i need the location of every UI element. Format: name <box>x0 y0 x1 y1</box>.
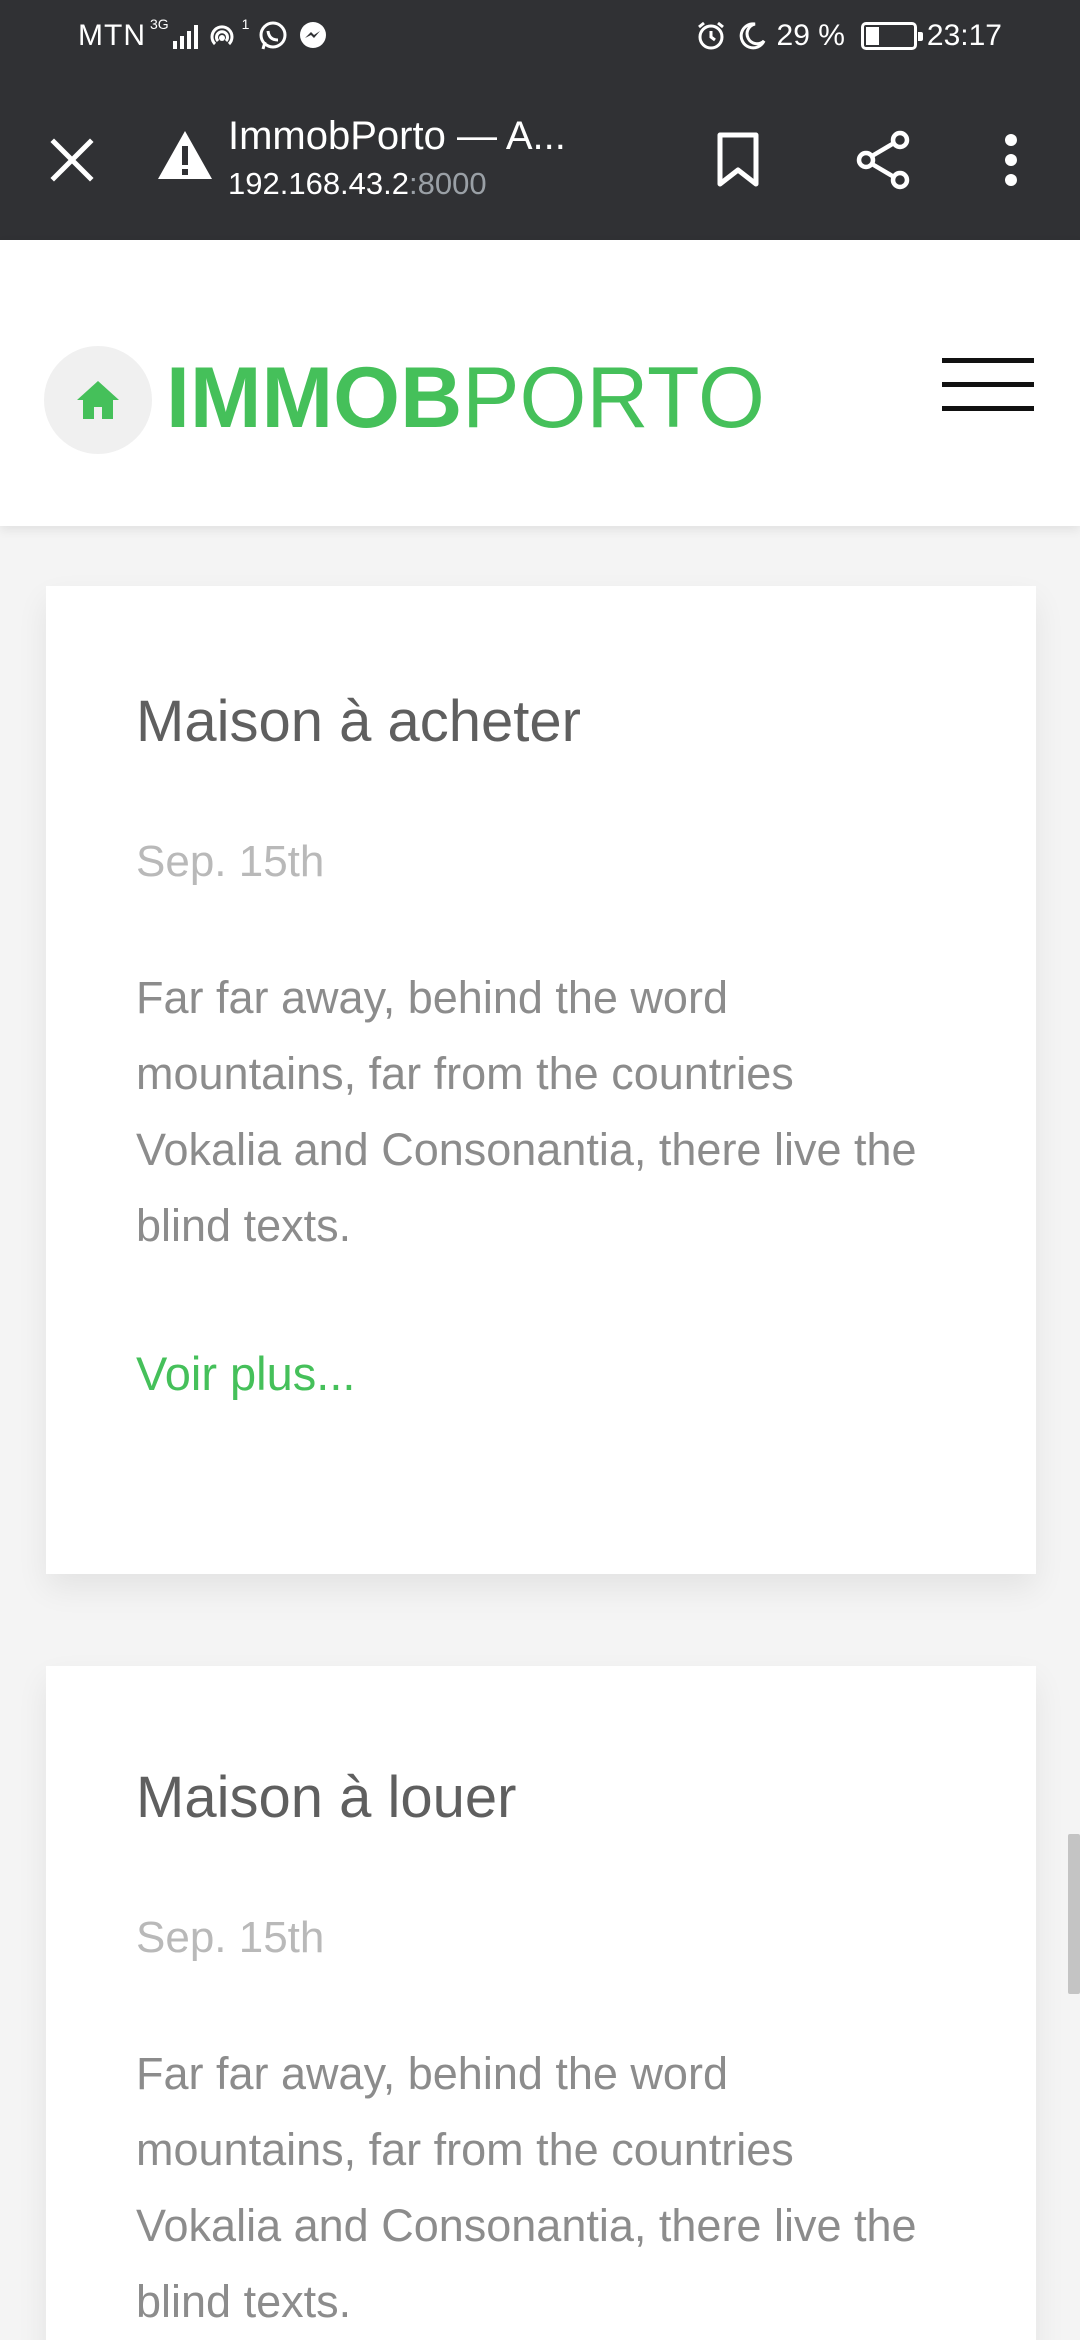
bookmark-button[interactable] <box>700 122 776 198</box>
browser-toolbar: ImmobPorto — A... 192.168.43.2:8000 <box>0 72 1080 240</box>
messenger-icon <box>297 20 329 52</box>
moon-icon <box>737 21 767 51</box>
signal-icon <box>172 23 198 49</box>
site-logo[interactable]: IMMOBPORTO <box>166 344 765 452</box>
post-title: Maison à louer <box>136 1765 517 1830</box>
close-tab-button[interactable] <box>38 126 106 194</box>
battery-percent: 29 % <box>776 19 845 52</box>
hamburger-menu-button[interactable] <box>942 358 1036 412</box>
url-text: 192.168.43.2:8000 <box>228 164 628 204</box>
more-vert-icon <box>1005 134 1017 186</box>
insecure-warning-button[interactable] <box>152 122 218 188</box>
post-date: Sep. 15th <box>136 837 325 886</box>
share-button[interactable] <box>846 122 922 198</box>
status-bar: MTN 3G 1 29 % 23:17 <box>0 0 1080 72</box>
hotspot-icon <box>206 20 238 52</box>
post-card: Maison à louer Sep. 15th Far far away, b… <box>46 1666 1036 2340</box>
post-excerpt: Far far away, behind the word mountains,… <box>136 2048 917 2327</box>
close-icon <box>50 138 94 182</box>
clock: 23:17 <box>926 19 1002 52</box>
share-icon <box>856 130 910 190</box>
bookmark-icon <box>717 132 759 187</box>
warning-icon <box>158 131 212 179</box>
alarm-icon <box>695 20 727 52</box>
page-scrollbar[interactable] <box>1068 1834 1080 1994</box>
status-left: MTN 3G 1 <box>78 16 329 54</box>
site-header: IMMOBPORTO <box>0 240 1080 526</box>
whatsapp-icon <box>257 20 289 52</box>
hotspot-count: 1 <box>241 16 250 32</box>
url-host: 192.168.43.2 <box>228 166 410 201</box>
battery-icon <box>860 22 923 50</box>
address-bar[interactable]: ImmobPorto — A... 192.168.43.2:8000 <box>228 110 628 204</box>
url-port: :8000 <box>409 166 487 201</box>
home-icon <box>77 381 119 419</box>
logo-light-text: PORTO <box>462 350 765 446</box>
post-date: Sep. 15th <box>136 1913 325 1962</box>
overflow-menu-button[interactable] <box>976 122 1046 198</box>
post-card: Maison à acheter Sep. 15th Far far away,… <box>46 586 1036 1574</box>
network-type-label: 3G <box>149 16 169 32</box>
logo-bold-text: IMMOB <box>166 350 463 446</box>
status-right: 29 % 23:17 <box>695 18 1002 54</box>
logo-home-button[interactable] <box>44 346 152 454</box>
post-title: Maison à acheter <box>136 689 581 754</box>
carrier-label: MTN <box>78 19 146 52</box>
tab-title: ImmobPorto — A... <box>228 114 566 158</box>
post-excerpt: Far far away, behind the word mountains,… <box>136 972 917 1251</box>
read-more-link[interactable]: Voir plus... <box>136 1344 355 1404</box>
